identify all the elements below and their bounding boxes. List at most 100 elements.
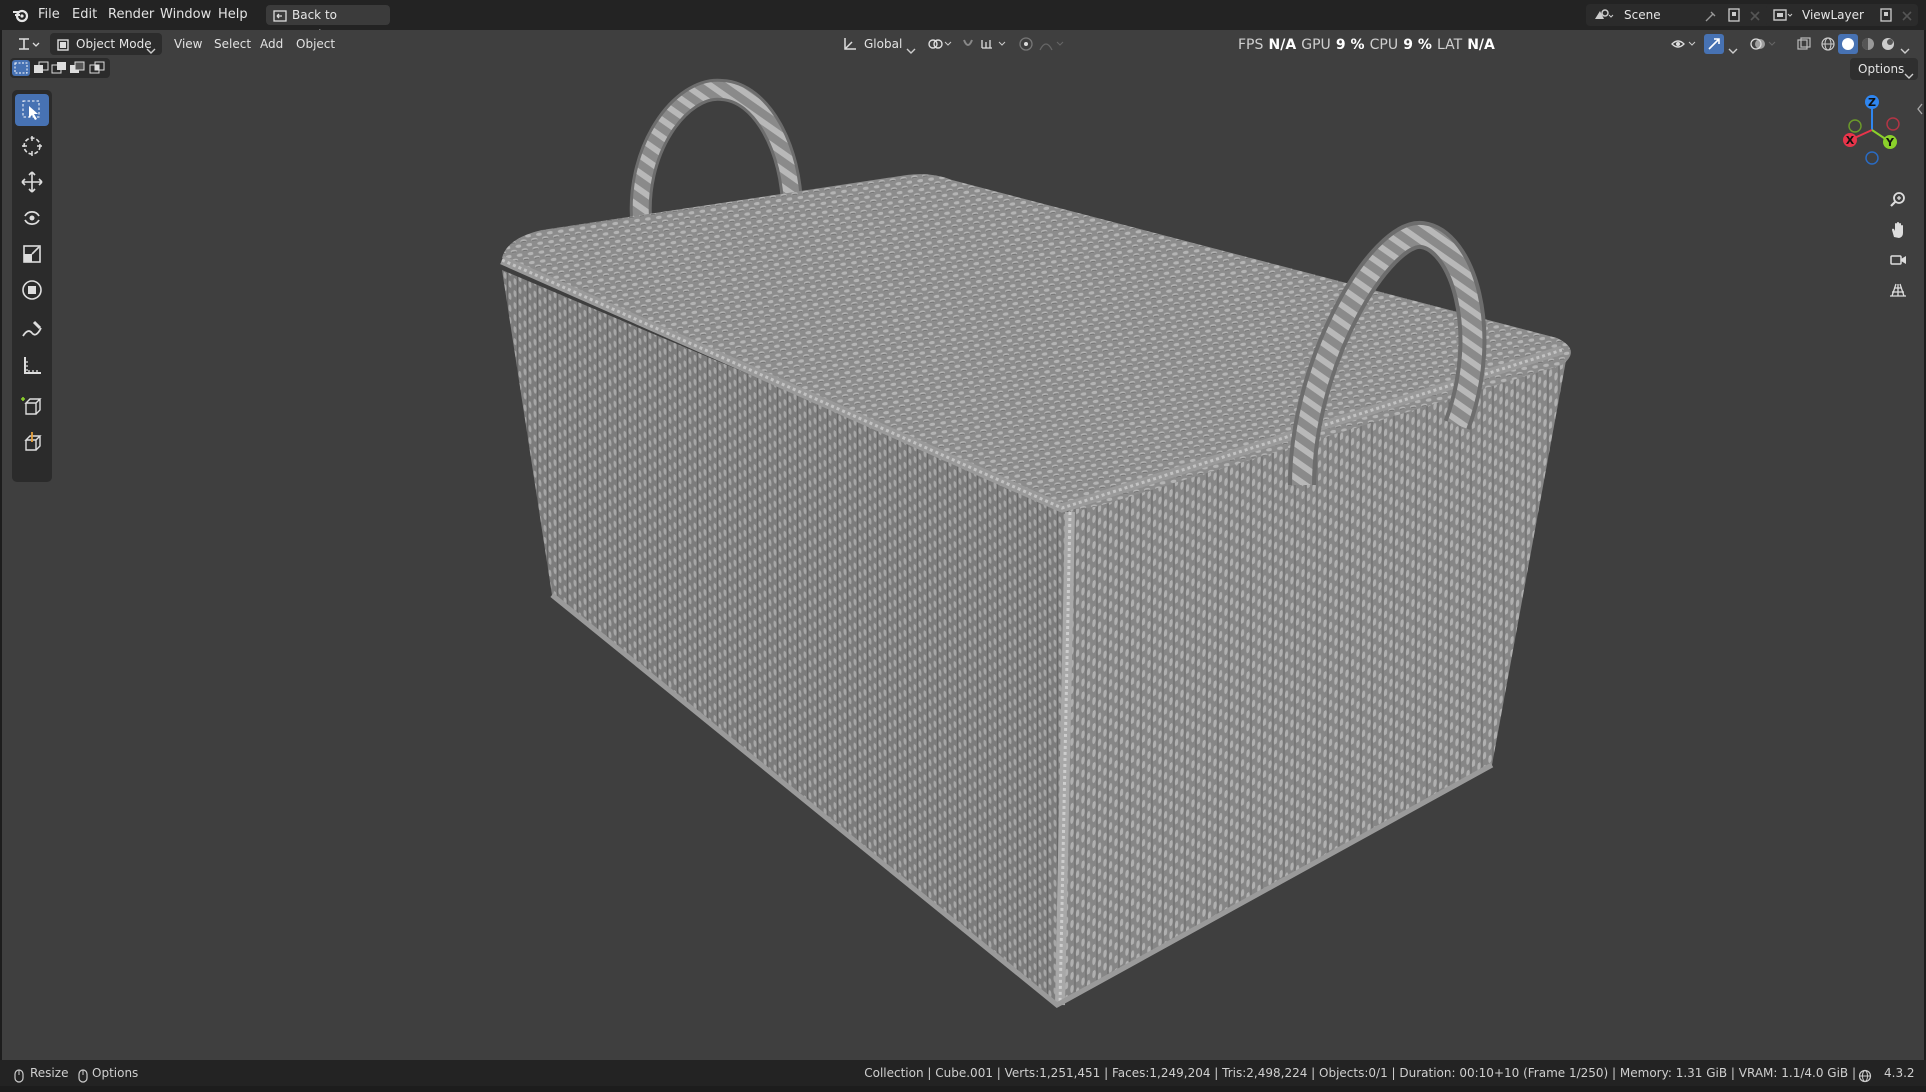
options-dropdown[interactable]: Options — [1850, 58, 1918, 80]
menu-select[interactable]: Select — [214, 30, 251, 58]
camera-view-icon — [1890, 255, 1906, 265]
z-axis-label: Z — [1868, 96, 1876, 109]
gizmo-toggle-icon[interactable] — [1704, 34, 1724, 54]
mode-dropdown[interactable]: Object Mode — [50, 33, 162, 55]
menu-render[interactable]: Render — [108, 0, 154, 30]
chevron-down-icon — [146, 40, 156, 54]
version-label: 4.3.2 — [1884, 1066, 1915, 1080]
snap-target-icon[interactable] — [980, 36, 1010, 52]
proportional-edit-icon[interactable] — [1018, 36, 1034, 52]
camera-view-button[interactable] — [1884, 246, 1912, 274]
mouse-icon — [12, 1066, 26, 1083]
transform-icon — [22, 280, 42, 300]
menu-object[interactable]: Object — [296, 30, 335, 58]
blender-logo-icon[interactable] — [12, 7, 30, 23]
orientation-dropdown[interactable]: Global — [864, 30, 902, 58]
visibility-selectability-icon[interactable] — [1670, 36, 1698, 52]
status-bar: Resize Options Collection | Cube.001 | V… — [0, 1060, 1926, 1086]
select-new-icon[interactable] — [12, 60, 30, 76]
view-layer-selector[interactable]: ViewLayer — [1766, 4, 1918, 26]
new-scene-icon[interactable] — [1726, 7, 1742, 23]
gpu-value: 9 % — [1335, 37, 1365, 53]
performance-overlay: FPS N/A GPU 9 % CPU 9 % LAT N/A — [1238, 30, 1495, 58]
pin-icon[interactable] — [1704, 8, 1718, 22]
collapse-sidebar-icon[interactable] — [1916, 100, 1924, 115]
scale-icon — [23, 245, 41, 263]
select-box-icon — [22, 100, 40, 120]
pan-button[interactable] — [1884, 216, 1912, 244]
chevron-down-icon[interactable] — [1728, 40, 1738, 54]
scene-name: Scene — [1624, 8, 1661, 22]
wireframe-shading-icon[interactable] — [1820, 36, 1836, 52]
neg-z-axis-handle — [1865, 151, 1879, 165]
select-extend-icon[interactable] — [32, 60, 50, 76]
pan-hand-icon — [1892, 222, 1903, 238]
rotate-tool[interactable] — [15, 202, 49, 234]
wicker-basket-model — [500, 78, 1571, 1009]
extrude-tool[interactable] — [15, 426, 49, 458]
chevron-down-icon — [1904, 65, 1914, 79]
move-icon — [21, 171, 43, 193]
add-cube-tool[interactable] — [15, 390, 49, 422]
fps-label: FPS — [1238, 37, 1264, 53]
menu-window[interactable]: Window — [160, 0, 211, 30]
gpu-label: GPU — [1301, 37, 1331, 53]
annotate-tool[interactable] — [15, 314, 49, 346]
neg-x-axis-handle — [1886, 117, 1900, 131]
chevron-down-icon — [906, 40, 916, 54]
3d-viewport[interactable]: Object Mode View Select Add Object Globa… — [2, 30, 1924, 1060]
overlays-icon[interactable] — [1750, 36, 1778, 52]
solid-shading-icon[interactable] — [1838, 34, 1858, 54]
back-to-previous-button[interactable]: Back to Previous — [266, 5, 390, 42]
select-invert-icon[interactable] — [68, 60, 86, 76]
add-cube-icon — [21, 397, 42, 415]
mouse-icon — [76, 1066, 90, 1083]
rendered-shading-icon[interactable] — [1880, 36, 1896, 52]
status-options: Options — [92, 1066, 139, 1080]
lat-value: N/A — [1467, 37, 1495, 53]
measure-icon — [24, 357, 41, 374]
select-box-tool[interactable] — [15, 94, 49, 126]
mode-label: Object Mode — [76, 37, 152, 51]
orientation-icon — [842, 36, 858, 52]
new-view-layer-icon[interactable] — [1878, 7, 1894, 23]
annotate-icon — [22, 320, 42, 337]
ortho-grid-icon — [1890, 283, 1906, 297]
scene-selector[interactable]: Scene — [1586, 4, 1786, 26]
menu-edit[interactable]: Edit — [72, 0, 97, 30]
selection-mode-group — [10, 58, 110, 78]
select-intersect-icon[interactable] — [88, 60, 106, 76]
cursor-icon — [22, 136, 42, 156]
transform-tool[interactable] — [15, 274, 49, 306]
scale-tool[interactable] — [15, 238, 49, 270]
falloff-icon[interactable] — [1038, 36, 1068, 52]
zoom-button[interactable] — [1884, 186, 1912, 214]
zoom-icon — [1890, 192, 1905, 207]
cursor-tool[interactable] — [15, 130, 49, 162]
network-icon — [1858, 1066, 1872, 1083]
menu-view[interactable]: View — [174, 30, 202, 58]
material-shading-icon[interactable] — [1860, 36, 1876, 52]
chevron-down-icon[interactable] — [1900, 40, 1910, 54]
editor-type-icon[interactable] — [16, 35, 42, 53]
scene-statistics: Collection | Cube.001 | Verts:1,251,451 … — [864, 1066, 1856, 1080]
object-mode-icon — [56, 37, 70, 51]
snap-icon[interactable] — [960, 36, 976, 52]
pivot-point-icon[interactable] — [926, 36, 954, 52]
options-label: Options — [1858, 62, 1905, 76]
rotate-icon — [24, 210, 40, 226]
y-axis-label: Y — [1885, 136, 1895, 149]
select-subtract-icon[interactable] — [50, 60, 68, 76]
xray-icon[interactable] — [1796, 36, 1812, 52]
delete-scene-icon[interactable] — [1748, 8, 1762, 22]
menu-add[interactable]: Add — [260, 30, 283, 58]
tool-shelf — [12, 90, 52, 482]
menu-help[interactable]: Help — [218, 0, 248, 30]
ortho-toggle-button[interactable] — [1884, 276, 1912, 304]
back-icon — [273, 8, 287, 22]
menu-file[interactable]: File — [38, 0, 60, 30]
navigation-gizmo[interactable]: Z X Y — [1838, 90, 1916, 172]
delete-view-layer-icon[interactable] — [1900, 8, 1914, 22]
measure-tool[interactable] — [15, 350, 49, 382]
move-tool[interactable] — [15, 166, 49, 198]
